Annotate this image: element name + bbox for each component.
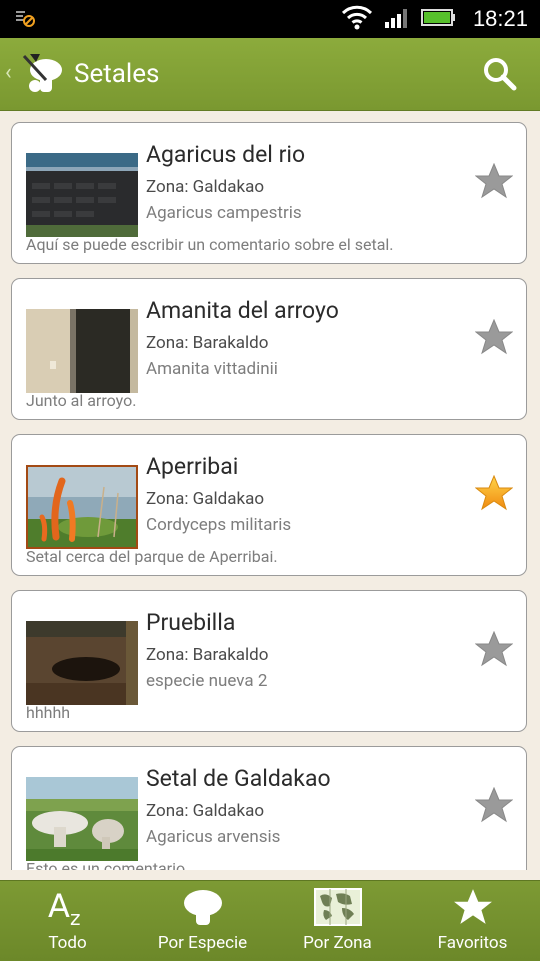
battery-icon bbox=[420, 7, 457, 31]
setal-thumbnail bbox=[26, 777, 138, 861]
setal-zone: Zona: Galdakao bbox=[146, 489, 265, 509]
setal-species: Agaricus campestris bbox=[146, 203, 302, 223]
setal-name: Agaricus del rio bbox=[146, 141, 306, 168]
setal-comment: Junto al arroyo. bbox=[26, 391, 137, 410]
list-item[interactable]: Amanita del arroyo Zona: Barakaldo Amani… bbox=[11, 278, 527, 420]
bottom-tab-bar: A z Todo Por Especie Por Zona Favoritos bbox=[0, 880, 540, 961]
star-icon bbox=[453, 881, 493, 933]
setales-list[interactable]: Agaricus del rio Zona: Galdakao Agaricus… bbox=[0, 110, 540, 870]
back-chevron-icon[interactable]: ‹ bbox=[5, 60, 12, 85]
setal-zone: Zona: Barakaldo bbox=[146, 333, 269, 353]
clock: 18:21 bbox=[472, 6, 528, 31]
setal-thumbnail bbox=[26, 465, 138, 549]
svg-text:A: A bbox=[48, 887, 70, 925]
setal-species: Agaricus arvensis bbox=[146, 827, 281, 847]
setal-comment: hhhhh bbox=[26, 703, 71, 722]
setal-zone: Zona: Galdakao bbox=[146, 801, 265, 821]
tab-label: Por Especie bbox=[157, 933, 248, 953]
setal-species: especie nueva 2 bbox=[146, 671, 268, 691]
favorite-star-icon[interactable] bbox=[474, 786, 514, 827]
app-logo-icon[interactable] bbox=[22, 50, 68, 102]
wifi-icon bbox=[341, 4, 373, 34]
favorite-star-icon[interactable] bbox=[474, 162, 514, 203]
tab-todo[interactable]: A z Todo bbox=[0, 881, 135, 961]
setal-name: Setal de Galdakao bbox=[146, 765, 331, 792]
setal-species: Amanita vittadinii bbox=[146, 359, 278, 379]
tab-por-zona[interactable]: Por Zona bbox=[270, 881, 405, 961]
setal-thumbnail bbox=[26, 621, 138, 705]
setal-name: Amanita del arroyo bbox=[146, 297, 339, 324]
tab-label: Favoritos bbox=[437, 933, 508, 953]
setal-comment: Aquí se puede escribir un comentario sob… bbox=[26, 235, 394, 254]
action-bar: ‹ Setales bbox=[0, 38, 540, 111]
tab-favoritos[interactable]: Favoritos bbox=[405, 881, 540, 961]
az-icon: A z bbox=[46, 881, 90, 933]
page-title: Setales bbox=[74, 59, 160, 89]
signal-icon bbox=[383, 5, 411, 33]
list-item[interactable]: Aperribai Zona: Galdakao Cordyceps milit… bbox=[11, 434, 527, 576]
favorite-star-icon[interactable] bbox=[474, 630, 514, 671]
favorite-star-icon[interactable] bbox=[474, 474, 514, 515]
setal-thumbnail bbox=[26, 153, 138, 237]
setal-thumbnail bbox=[26, 309, 138, 393]
mushroom-icon bbox=[183, 881, 223, 933]
map-icon bbox=[313, 881, 362, 933]
setal-name: Pruebilla bbox=[146, 609, 236, 636]
notification-icon bbox=[14, 8, 36, 32]
setal-zone: Zona: Barakaldo bbox=[146, 645, 269, 665]
setal-species: Cordyceps militaris bbox=[146, 515, 292, 535]
search-icon[interactable] bbox=[482, 56, 518, 96]
tab-label: Por Zona bbox=[303, 933, 372, 953]
setal-zone: Zona: Galdakao bbox=[146, 177, 265, 197]
list-item[interactable]: Pruebilla Zona: Barakaldo especie nueva … bbox=[11, 590, 527, 732]
favorite-star-icon[interactable] bbox=[474, 318, 514, 359]
svg-text:z: z bbox=[70, 906, 81, 927]
tab-label: Todo bbox=[48, 933, 87, 953]
list-item[interactable]: Agaricus del rio Zona: Galdakao Agaricus… bbox=[11, 122, 527, 264]
setal-comment: Setal cerca del parque de Aperribai. bbox=[26, 547, 278, 566]
list-item[interactable]: Setal de Galdakao Zona: Galdakao Agaricu… bbox=[11, 746, 527, 870]
status-bar: 18:21 bbox=[0, 0, 540, 38]
setal-name: Aperribai bbox=[146, 453, 239, 480]
setal-comment: Esto es un comentario bbox=[26, 859, 186, 870]
tab-por-especie[interactable]: Por Especie bbox=[135, 881, 270, 961]
